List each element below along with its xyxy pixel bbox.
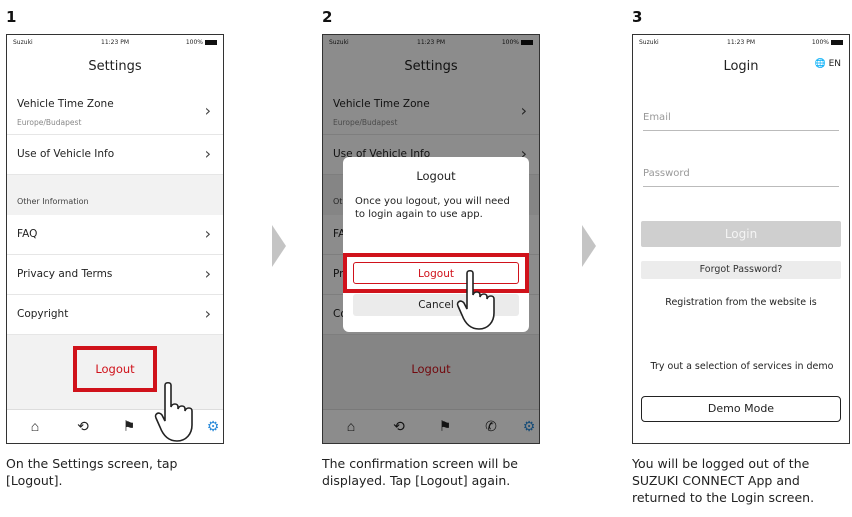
language-label: EN — [828, 59, 841, 69]
section-header-other-information: Other Information — [7, 175, 223, 215]
chevron-right-icon: › — [204, 264, 211, 283]
highlight-box — [343, 253, 529, 293]
battery-indicator: 100% — [812, 39, 843, 46]
tap-hand-icon — [456, 269, 495, 330]
map-icon[interactable]: ⚑ — [119, 418, 139, 435]
settings-icon[interactable]: ⚙ — [203, 418, 223, 435]
email-placeholder: Email — [643, 112, 671, 123]
highlight-box — [73, 346, 157, 392]
battery-icon — [205, 40, 217, 45]
password-field[interactable]: Password — [643, 163, 839, 187]
forgot-password-button[interactable]: Forgot Password? — [641, 261, 841, 279]
email-field[interactable]: Email — [643, 107, 839, 131]
step-2-number: 2 — [322, 8, 333, 26]
settings-row-vehicle-time-zone[interactable]: Vehicle Time Zone Europe/Budapest › — [7, 89, 223, 135]
battery-label: 100% — [811, 39, 829, 46]
logout-dialog: Logout Once you logout, you will need to… — [343, 157, 529, 332]
step-3-number: 3 — [632, 8, 643, 26]
tap-hand-icon — [154, 381, 193, 442]
globe-icon: 🌐 — [814, 59, 826, 69]
chevron-right-icon: › — [204, 304, 211, 323]
registration-text: Registration from the website is — [665, 297, 817, 308]
login-button[interactable]: Login — [641, 221, 841, 247]
status-bar: Suzuki 11:23 PM 100% — [7, 35, 223, 49]
battery-label: 100% — [185, 39, 203, 46]
step-3-caption: You will be logged out of the SUZUKI CON… — [632, 456, 815, 505]
step-2-caption: The confirmation screen will be displaye… — [322, 456, 518, 488]
row-sub-label: Europe/Budapest — [17, 118, 82, 127]
row-label: Privacy and Terms — [17, 268, 113, 280]
language-selector[interactable]: 🌐 EN — [814, 59, 841, 69]
phone-settings-screen: Suzuki 11:23 PM 100% Settings Vehicle Ti… — [6, 34, 224, 444]
row-label: FAQ — [17, 228, 38, 240]
next-arrow-icon — [272, 225, 286, 267]
step-1-caption: On the Settings screen, tap [Logout]. — [6, 456, 178, 488]
settings-row-faq[interactable]: FAQ › — [7, 215, 223, 255]
dialog-title: Logout — [416, 169, 456, 183]
next-arrow-icon — [582, 225, 596, 267]
demo-mode-button[interactable]: Demo Mode — [641, 396, 841, 422]
home-icon[interactable]: ⌂ — [25, 418, 45, 434]
dialog-message: Once you logout, you will need to login … — [355, 196, 510, 220]
phone-logout-dialog-screen: Suzuki 11:23 PM 100% Settings Vehicle Ti… — [322, 34, 540, 444]
settings-row-copyright[interactable]: Copyright › — [7, 295, 223, 335]
row-label: Use of Vehicle Info — [17, 148, 115, 160]
battery-indicator: 100% — [186, 39, 217, 46]
battery-icon — [831, 40, 843, 45]
chevron-right-icon: › — [204, 144, 211, 163]
row-label: Copyright — [17, 308, 69, 320]
status-bar: Suzuki 11:23 PM 100% — [633, 35, 849, 49]
chevron-right-icon: › — [204, 224, 211, 243]
history-icon[interactable]: ⟲ — [73, 418, 93, 435]
row-label: Vehicle Time Zone — [17, 98, 114, 110]
settings-row-privacy-and-terms[interactable]: Privacy and Terms › — [7, 255, 223, 295]
step-1-number: 1 — [6, 8, 17, 26]
password-placeholder: Password — [643, 168, 690, 179]
page-title: Settings — [88, 59, 142, 74]
section-header-label: Other Information — [17, 197, 89, 206]
chevron-right-icon: › — [204, 101, 211, 120]
settings-row-use-of-vehicle-info[interactable]: Use of Vehicle Info › — [7, 135, 223, 175]
demo-info-text: Try out a selection of services in demo — [650, 361, 834, 372]
phone-login-screen: Suzuki 11:23 PM 100% Login 🌐 EN Email Pa… — [632, 34, 850, 444]
